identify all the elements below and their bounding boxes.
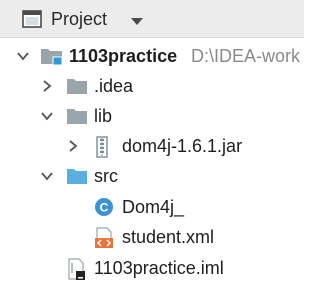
- iml-file-icon: [66, 258, 86, 285]
- tree-item-jar[interactable]: dom4j-1.6.1.jar: [0, 131, 304, 161]
- java-class-icon: C: [94, 197, 114, 222]
- chevron-down-icon[interactable]: [130, 14, 144, 32]
- tree-item-idea[interactable]: .idea: [0, 71, 304, 101]
- xml-file-icon: [94, 227, 114, 254]
- tool-window-header: Project: [0, 0, 304, 38]
- folder-icon: [66, 76, 88, 101]
- chevron-down-icon[interactable]: [16, 49, 30, 68]
- chevron-down-icon[interactable]: [40, 109, 54, 128]
- tree-item-root[interactable]: 1103practice D:\IDEA-work: [0, 41, 304, 71]
- project-path: D:\IDEA-work: [191, 46, 301, 66]
- tool-window-title[interactable]: Project: [51, 8, 107, 30]
- tree-item-iml[interactable]: 1103practice.iml: [0, 253, 304, 283]
- project-name: 1103practice: [69, 46, 178, 66]
- folder-icon: [66, 106, 88, 131]
- chevron-right-icon[interactable]: [66, 139, 80, 158]
- jar-icon: [94, 136, 110, 163]
- file-label: 1103practice.iml: [94, 258, 224, 278]
- file-label: student.xml: [122, 227, 215, 247]
- tree-item-dom4j-class[interactable]: C Dom4j_: [0, 192, 304, 222]
- svg-text:C: C: [100, 201, 109, 215]
- tree-item-student-xml[interactable]: student.xml: [0, 222, 304, 252]
- tree-item-src[interactable]: src: [0, 161, 304, 191]
- source-folder-icon: [66, 166, 88, 191]
- folder-label: .idea: [94, 76, 134, 96]
- chevron-right-icon[interactable]: [40, 79, 54, 98]
- module-folder-icon: [40, 46, 64, 71]
- folder-label: src: [94, 166, 118, 186]
- tree-item-lib[interactable]: lib: [0, 101, 304, 131]
- folder-label: lib: [94, 106, 113, 126]
- chevron-down-icon[interactable]: [40, 169, 54, 188]
- jar-label: dom4j-1.6.1.jar: [122, 136, 243, 156]
- project-window-icon[interactable]: [22, 9, 42, 34]
- class-label: Dom4j_: [122, 197, 185, 217]
